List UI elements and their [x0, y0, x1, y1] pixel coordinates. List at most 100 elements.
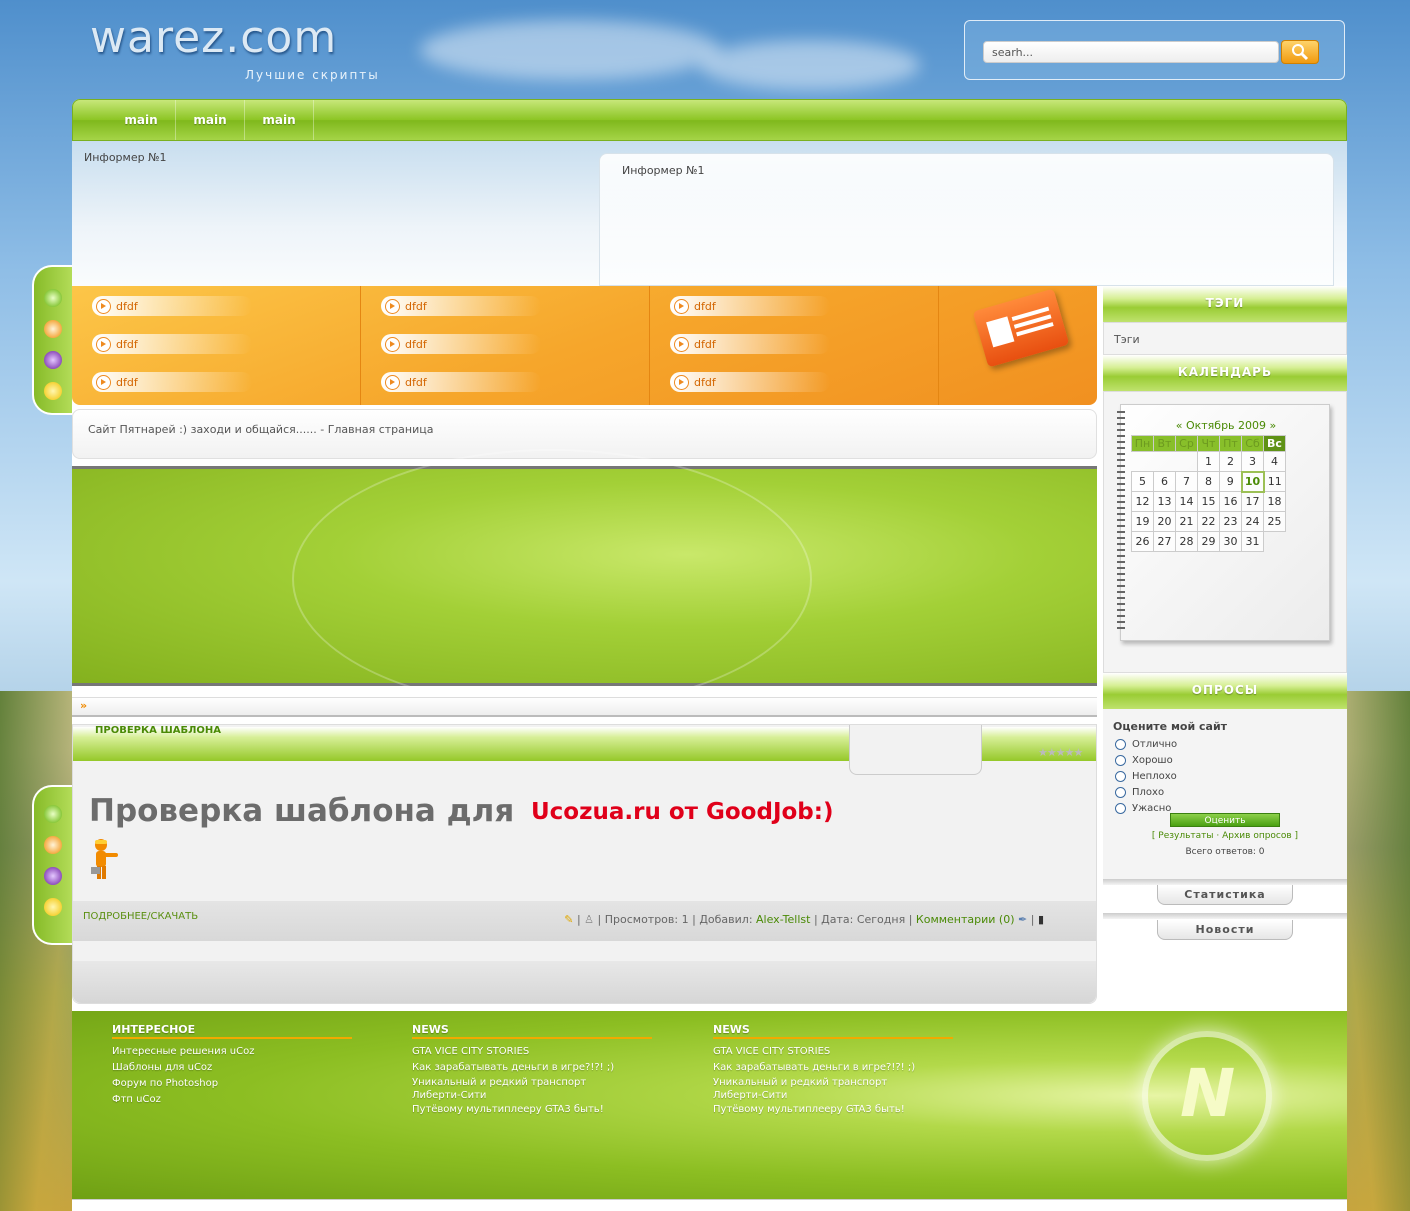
vote-button[interactable]: Оценить [1170, 813, 1280, 827]
calendar-day[interactable]: 3 [1241, 451, 1264, 472]
calendar-day[interactable]: 14 [1175, 491, 1198, 512]
poll-option[interactable]: Неплохо [1115, 771, 1177, 782]
statistics-tab[interactable]: Статистика [1157, 885, 1293, 905]
calendar-day[interactable]: 30 [1219, 531, 1242, 552]
calendar-day[interactable]: 19 [1131, 511, 1154, 532]
added-label: Добавил: [699, 913, 753, 926]
footer-link[interactable]: Путёвому мультиплееру GTA3 быть! [412, 1102, 652, 1118]
quick-link[interactable]: dfdf [670, 296, 830, 316]
calendar-day[interactable]: 4 [1263, 451, 1286, 472]
radio-button[interactable] [1115, 787, 1126, 798]
footer-link[interactable]: Интересные решения uCoz [112, 1044, 352, 1060]
calendar-weekday: Вт [1153, 435, 1176, 452]
calendar-day[interactable]: 11 [1263, 471, 1286, 492]
orb-icon[interactable] [44, 867, 62, 885]
search-box [964, 20, 1345, 80]
calendar-day[interactable]: 23 [1219, 511, 1242, 532]
calendar-day[interactable]: 1 [1197, 451, 1220, 472]
footer-link[interactable]: Шаблоны для uCoz [112, 1060, 352, 1076]
quick-link[interactable]: dfdf [670, 372, 830, 392]
radio-button[interactable] [1115, 771, 1126, 782]
calendar-day[interactable]: 24 [1241, 511, 1264, 532]
search-button[interactable] [1281, 40, 1319, 64]
footer-link[interactable]: GTA VICE CITY STORIES [713, 1044, 953, 1060]
footer-logo-letter: N [1180, 1055, 1236, 1132]
calendar-day[interactable]: 12 [1131, 491, 1154, 512]
calendar-day[interactable]: 27 [1153, 531, 1176, 552]
star-icon[interactable] [44, 382, 62, 400]
calendar-day[interactable]: 13 [1153, 491, 1176, 512]
more-link[interactable]: ПОДРОБНЕЕ/СКАЧАТЬ [83, 911, 198, 922]
calendar-day[interactable]: 20 [1153, 511, 1176, 532]
quick-link[interactable]: dfdf [670, 334, 830, 354]
radio-button[interactable] [1115, 739, 1126, 750]
leaf-icon[interactable] [44, 805, 62, 823]
orb-icon[interactable] [44, 351, 62, 369]
author-link[interactable]: Alex-Tellst [756, 913, 810, 926]
calendar-day[interactable]: 5 [1131, 471, 1154, 492]
print-icon[interactable]: ▮ [1038, 913, 1044, 926]
block-icon[interactable] [44, 320, 62, 338]
quick-link[interactable]: dfdf [381, 334, 541, 354]
footer-column-title: NEWS [713, 1023, 953, 1039]
calendar-day[interactable]: 17 [1241, 491, 1264, 512]
calendar-day[interactable]: 22 [1197, 511, 1220, 532]
footer-link[interactable]: Уникальный и редкий транспорт Либерти-Си… [412, 1076, 592, 1102]
quick-link[interactable]: dfdf [92, 296, 252, 316]
footer-link[interactable]: Фтп uCoz [112, 1092, 352, 1108]
poll-option-label: Отлично [1132, 739, 1178, 750]
calendar-day[interactable]: 25 [1263, 511, 1286, 532]
footer-link[interactable]: Путёвому мультиплееру GTA3 быть! [713, 1102, 953, 1118]
calendar-day[interactable]: 16 [1219, 491, 1242, 512]
radio-button[interactable] [1115, 755, 1126, 766]
post-section-title[interactable]: ПРОВЕРКА ШАБЛОНА [95, 725, 221, 736]
nav-item-main[interactable]: main [176, 100, 245, 140]
calendar-day[interactable]: 6 [1153, 471, 1176, 492]
poll-option[interactable]: Отлично [1115, 739, 1177, 750]
footer-link[interactable]: GTA VICE CITY STORIES [412, 1044, 652, 1060]
footer-link[interactable]: Как зарабатывать деньги в игре?!?! ;) [412, 1060, 652, 1076]
calendar-day[interactable]: 18 [1263, 491, 1286, 512]
leaf-icon[interactable] [44, 289, 62, 307]
nav-item-main[interactable]: main [245, 100, 314, 140]
search-input[interactable] [983, 41, 1279, 63]
section-strip: » [72, 697, 1097, 717]
post-footer [73, 961, 1096, 1003]
calendar-day[interactable]: 21 [1175, 511, 1198, 532]
quick-link[interactable]: dfdf [92, 334, 252, 354]
block-icon[interactable] [44, 836, 62, 854]
footer-link[interactable]: Уникальный и редкий транспорт Либерти-Си… [713, 1076, 893, 1102]
calendar-day[interactable]: 10 [1240, 470, 1265, 493]
calendar-day[interactable]: 7 [1175, 471, 1198, 492]
poll-option[interactable]: Хорошо [1115, 755, 1173, 766]
rating-stars[interactable]: ★★★★★ [1038, 746, 1083, 759]
poll-results-link[interactable]: [ Результаты · Архив опросов ] [1103, 831, 1347, 841]
calendar-day[interactable]: 29 [1197, 531, 1220, 552]
nav-item-main[interactable]: main [107, 100, 176, 140]
calendar-day[interactable]: 26 [1131, 531, 1154, 552]
quick-link[interactable]: dfdf [381, 296, 541, 316]
page-wrapper: main main main Информер №1 Информер №1 d… [72, 99, 1347, 1211]
user-icon[interactable]: ♙ [584, 913, 594, 926]
quick-link[interactable]: dfdf [381, 372, 541, 392]
calendar-day[interactable]: 28 [1175, 531, 1198, 552]
star-icon[interactable] [44, 898, 62, 916]
poll-option[interactable]: Ужасно [1115, 803, 1171, 814]
news-tab[interactable]: Новости [1157, 920, 1293, 940]
footer-link[interactable]: Форум по Photoshop [112, 1076, 352, 1092]
footer-link[interactable]: Как зарабатывать деньги в игре?!?! ;) [713, 1060, 953, 1076]
sky-cloud [420, 20, 720, 80]
site-logo[interactable]: warez.com Лучшие скрипты [90, 12, 378, 82]
calendar-day[interactable]: 15 [1197, 491, 1220, 512]
radio-button[interactable] [1115, 803, 1126, 814]
quick-links-column: dfdf dfdf dfdf [361, 286, 650, 405]
comments-link[interactable]: Комментарии (0) [916, 913, 1015, 926]
calendar-month[interactable]: « Октябрь 2009 » [1121, 419, 1331, 432]
calendar-day[interactable]: 8 [1197, 471, 1220, 492]
calendar-day[interactable]: 2 [1219, 451, 1242, 472]
poll-option[interactable]: Плохо [1115, 787, 1164, 798]
calendar-day[interactable]: 31 [1241, 531, 1264, 552]
calendar-day[interactable]: 9 [1219, 471, 1242, 492]
pencil-icon[interactable]: ✎ [564, 913, 573, 926]
quick-link[interactable]: dfdf [92, 372, 252, 392]
